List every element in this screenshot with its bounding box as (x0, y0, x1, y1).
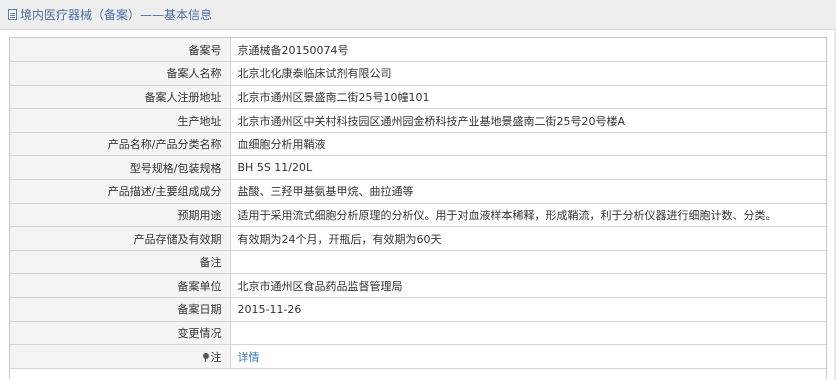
row-value: 适用于采用流式细胞分析原理的分析仪。用于对血液样本稀释，形成鞘流，利于分析仪器进… (229, 202, 826, 228)
row-value: 血细胞分析用鞘液 (229, 131, 826, 157)
table-row: 型号规格/包装规格 BH 5S 11/20L (10, 155, 826, 181)
row-label: 生产地址 (10, 108, 231, 133)
note-label-cell: 注 (10, 344, 231, 369)
row-label: 产品存储及有效期 (10, 226, 231, 251)
row-label: 备案日期 (10, 297, 231, 322)
table-row: 变更情况 (10, 320, 826, 346)
table-row: 备案单位 北京市通州区食品药品监督管理局 (10, 273, 826, 299)
row-label: 备注 (10, 249, 231, 275)
row-label: 变更情况 (10, 320, 231, 346)
row-value: 北京市通州区食品药品监督管理局 (229, 273, 826, 299)
table-row: 产品存储及有效期 有效期为24个月，开瓶后，有效期为60天 (10, 226, 826, 251)
table-row: 备注 (10, 249, 826, 275)
row-value: BH 5S 11/20L (229, 155, 826, 181)
row-label: 备案单位 (10, 273, 231, 299)
row-value: 有效期为24个月，开瓶后，有效期为60天 (229, 226, 826, 251)
table-row: 备案人名称 北京北化康泰临床试剂有限公司 (10, 61, 826, 86)
table-row: 备案人注册地址 北京市通州区景盛南二街25号10幢101 (10, 84, 826, 110)
row-value: 北京市通州区中关村科技园区通州园金桥科技产业基地景盛南二街25号20号楼A (229, 108, 826, 133)
details-link[interactable]: 详情 (238, 351, 260, 364)
row-value (229, 249, 826, 275)
document-icon (8, 8, 17, 20)
info-table-container: 备案号 京通械备20150074号 备案人名称 北京北化康泰临床试剂有限公司 备… (9, 37, 827, 379)
row-value: 盐酸、三羟甲基氨基甲烷、曲拉通等 (229, 179, 826, 204)
row-label: 备案人注册地址 (10, 84, 231, 110)
table-row: 产品名称/产品分类名称 血细胞分析用鞘液 (10, 131, 826, 157)
row-value: 2015-11-26 (229, 297, 826, 322)
table-row: 生产地址 北京市通州区中关村科技园区通州园金桥科技产业基地景盛南二街25号20号… (10, 108, 826, 133)
pin-icon (202, 352, 209, 362)
row-label: 产品名称/产品分类名称 (10, 131, 231, 157)
table-row: 备案日期 2015-11-26 (10, 297, 826, 322)
info-table: 备案号 京通械备20150074号 备案人名称 北京北化康泰临床试剂有限公司 备… (10, 38, 826, 369)
table-row-note: 注 详情 (10, 344, 826, 369)
row-label: 型号规格/包装规格 (10, 155, 231, 181)
row-value: 北京市通州区景盛南二街25号10幢101 (229, 84, 826, 110)
row-value: 北京北化康泰临床试剂有限公司 (229, 61, 826, 86)
row-value (229, 320, 826, 346)
table-row: 预期用途 适用于采用流式细胞分析原理的分析仪。用于对血液样本稀释，形成鞘流，利于… (10, 202, 826, 228)
note-label: 注 (210, 350, 222, 364)
row-label: 预期用途 (10, 202, 231, 228)
note-value-cell: 详情 (229, 344, 826, 369)
page-header: 境内医疗器械（备案）——基本信息 (0, 0, 836, 30)
row-value: 京通械备20150074号 (229, 38, 826, 63)
row-label: 备案人名称 (10, 61, 231, 86)
table-row: 产品描述/主要组成成分 盐酸、三羟甲基氨基甲烷、曲拉通等 (10, 179, 826, 204)
page-title: 境内医疗器械（备案）——基本信息 (20, 8, 213, 22)
row-label: 备案号 (10, 38, 231, 63)
row-label: 产品描述/主要组成成分 (10, 179, 231, 204)
table-row: 备案号 京通械备20150074号 (10, 38, 826, 63)
